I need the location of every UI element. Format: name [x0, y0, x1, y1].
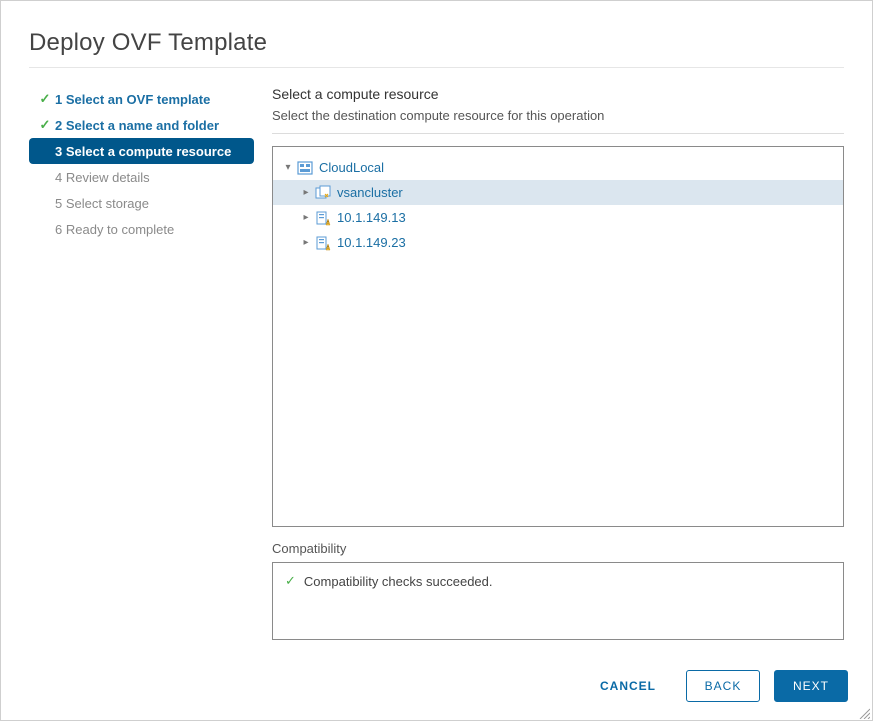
step-label: Select a name and folder	[66, 118, 219, 133]
caret-right-icon[interactable]: ▸	[299, 212, 313, 223]
caret-right-icon[interactable]: ▸	[299, 187, 313, 198]
step-2[interactable]: ✓ 2 Select a name and folder	[29, 112, 254, 138]
step-3[interactable]: ✓ 3 Select a compute resource	[29, 138, 254, 164]
step-num: 6	[55, 222, 62, 237]
step-5: ✓ 5 Select storage	[29, 190, 254, 216]
tree-node-datacenter[interactable]: ▾ CloudLocal	[273, 155, 843, 180]
step-6: ✓ 6 Ready to complete	[29, 216, 254, 242]
compute-resource-tree[interactable]: ▾ CloudLocal ▸ vsancluster	[272, 146, 844, 527]
compatibility-label: Compatibility	[272, 541, 844, 556]
caret-down-icon[interactable]: ▾	[281, 162, 295, 173]
tree-node-label: CloudLocal	[319, 160, 384, 175]
step-label: Select an OVF template	[66, 92, 211, 107]
panel-subheading: Select the destination compute resource …	[272, 108, 844, 123]
step-4: ✓ 4 Review details	[29, 164, 254, 190]
step-1[interactable]: ✓ 1 Select an OVF template	[29, 86, 254, 112]
next-button[interactable]: NEXT	[774, 670, 848, 702]
compatibility-result: ✓ Compatibility checks succeeded.	[285, 573, 831, 589]
step-num: 5	[55, 196, 62, 211]
tree-node-label: 10.1.149.13	[337, 210, 406, 225]
host-warning-icon	[315, 210, 331, 226]
step-label: Review details	[66, 170, 150, 185]
dialog-body: ✓ 1 Select an OVF template ✓ 2 Select a …	[29, 86, 844, 640]
compatibility-message: Compatibility checks succeeded.	[304, 574, 493, 589]
resize-grip-icon[interactable]	[858, 706, 870, 718]
tree-node-label: vsancluster	[337, 185, 403, 200]
tree-node-label: 10.1.149.23	[337, 235, 406, 250]
caret-right-icon[interactable]: ▸	[299, 237, 313, 248]
datacenter-icon	[297, 160, 313, 176]
main-panel: Select a compute resource Select the des…	[254, 86, 844, 640]
compatibility-box: ✓ Compatibility checks succeeded.	[272, 562, 844, 640]
cancel-button[interactable]: CANCEL	[584, 670, 672, 702]
step-num: 2	[55, 118, 62, 133]
step-num: 1	[55, 92, 62, 107]
step-num: 3	[55, 144, 62, 159]
wizard-steps: ✓ 1 Select an OVF template ✓ 2 Select a …	[29, 86, 254, 640]
step-num: 4	[55, 170, 62, 185]
deploy-ovf-dialog: Deploy OVF Template ✓ 1 Select an OVF te…	[0, 0, 873, 721]
step-label: Ready to complete	[66, 222, 174, 237]
tree-node-host[interactable]: ▸ 10.1.149.23	[273, 230, 843, 255]
title-divider	[29, 67, 844, 68]
cluster-icon	[315, 185, 331, 201]
step-label: Select a compute resource	[66, 144, 231, 159]
panel-heading: Select a compute resource	[272, 86, 844, 102]
tree-node-host[interactable]: ▸ 10.1.149.13	[273, 205, 843, 230]
dialog-title: Deploy OVF Template	[29, 29, 844, 57]
tree-node-cluster[interactable]: ▸ vsancluster	[273, 180, 843, 205]
host-warning-icon	[315, 235, 331, 251]
check-icon: ✓	[37, 117, 53, 133]
step-label: Select storage	[66, 196, 149, 211]
check-icon: ✓	[285, 573, 296, 589]
dialog-footer: CANCEL BACK NEXT	[1, 656, 872, 720]
dialog-content: Deploy OVF Template ✓ 1 Select an OVF te…	[1, 1, 872, 656]
check-icon: ✓	[37, 91, 53, 107]
back-button[interactable]: BACK	[686, 670, 760, 702]
panel-divider	[272, 133, 844, 134]
